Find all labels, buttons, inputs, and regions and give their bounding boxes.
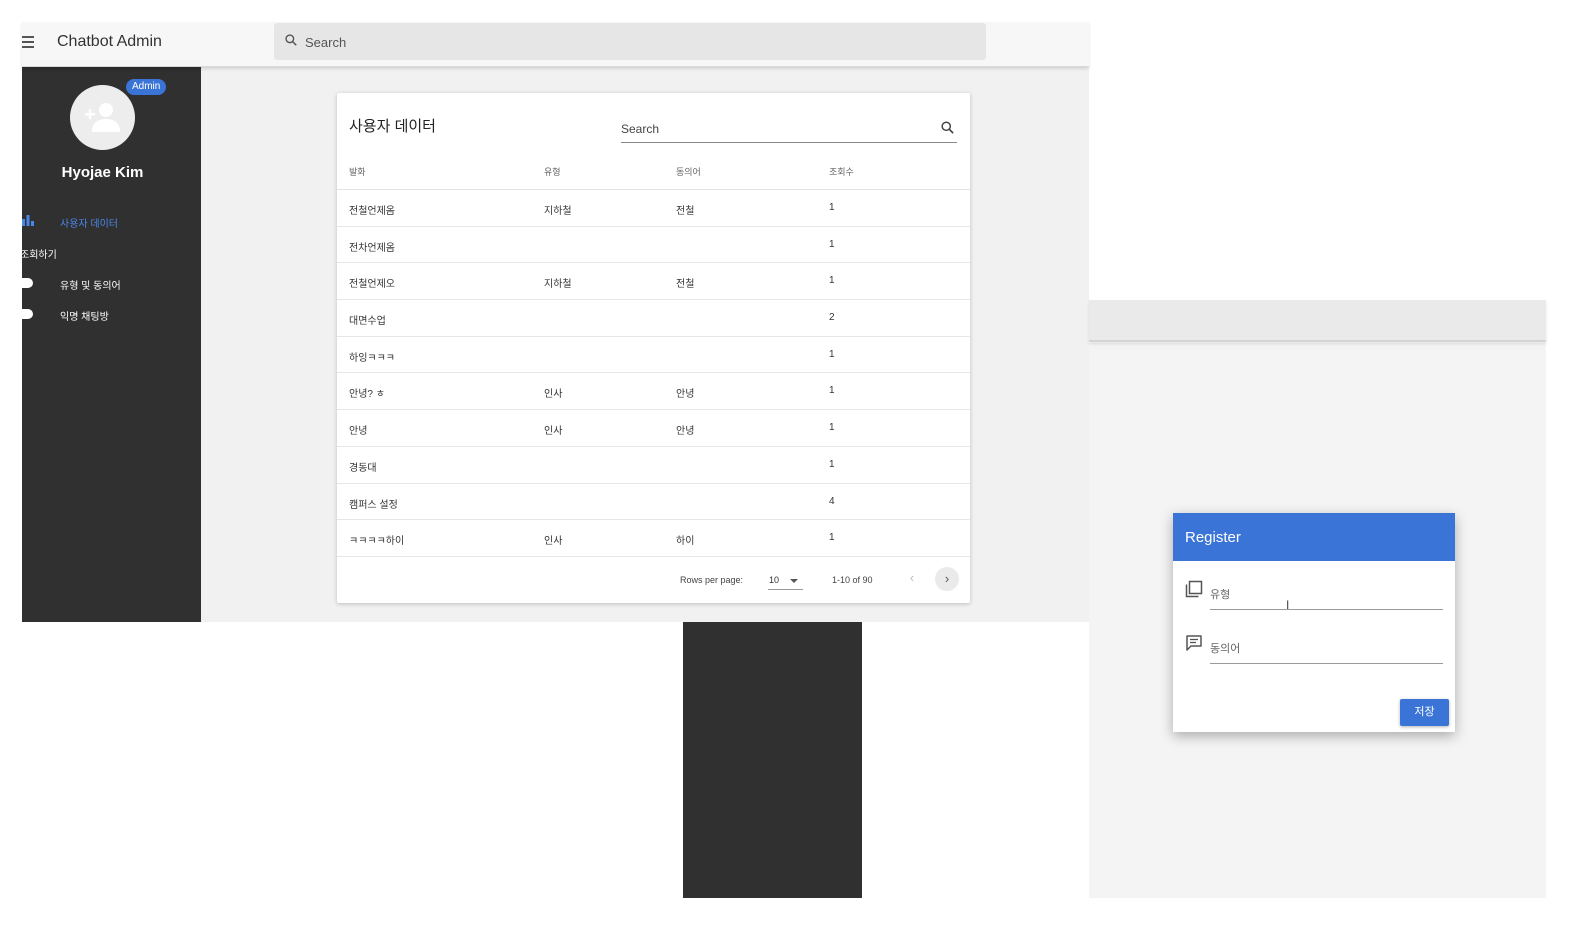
- rows-per-page-value: 10: [769, 575, 780, 585]
- cell-type: 인사: [544, 426, 563, 438]
- cell-type: 지하철: [544, 279, 572, 291]
- sidebar-item-label: 익명 채팅방: [60, 312, 109, 323]
- save-button[interactable]: 저장: [1400, 699, 1449, 726]
- second-window-app-bar: [1089, 300, 1546, 342]
- caret-down-icon: [790, 579, 798, 583]
- type-field[interactable]: 유형 I: [1185, 576, 1443, 612]
- type-input[interactable]: 유형 I: [1210, 576, 1443, 612]
- synonym-label: 동의어: [1210, 643, 1241, 655]
- comment-icon: [1186, 635, 1202, 651]
- card-title: 사용자 데이터: [349, 118, 436, 135]
- table-header: 발화 유형 동의어 조회수: [337, 154, 970, 190]
- previous-page-button[interactable]: ‹: [905, 570, 919, 590]
- cell-utterance: 캠퍼스 설정: [349, 499, 398, 511]
- column-header[interactable]: 유형: [544, 165, 561, 178]
- cell-utterance: 전차언제옴: [349, 242, 395, 254]
- search-icon[interactable]: [940, 120, 955, 135]
- top-search-input[interactable]: Search: [274, 23, 986, 60]
- cell-views: 1: [829, 275, 835, 287]
- dialog-title: Register: [1185, 529, 1241, 546]
- cell-views: 1: [829, 422, 835, 434]
- cell-views: 1: [829, 385, 835, 397]
- cell-views: 4: [829, 495, 835, 507]
- type-label: 유형: [1210, 589, 1231, 601]
- register-dialog: Register 유형 I 동의어 저장: [1173, 513, 1455, 732]
- cell-type: 인사: [544, 389, 563, 401]
- top-search-placeholder: Search: [305, 35, 347, 50]
- page-range: 1-10 of 90: [832, 575, 873, 585]
- table-row[interactable]: 전차언제옴 1: [337, 227, 970, 264]
- table-row[interactable]: 캠퍼스 설정 4: [337, 484, 970, 521]
- rows-per-page-label: Rows per page:: [680, 575, 744, 585]
- column-header[interactable]: 발화: [349, 165, 366, 178]
- sidebar-item-lookup[interactable]: 조회하기: [20, 243, 201, 261]
- table-row[interactable]: 하잉ㅋㅋㅋ 1: [337, 337, 970, 374]
- cell-synonym: 전철: [676, 279, 695, 291]
- rows-per-page-select[interactable]: 10: [768, 570, 803, 590]
- table-row[interactable]: 안녕? ㅎ 인사 안녕 1: [337, 373, 970, 411]
- table-row[interactable]: 전철언제옴 지하철 전철 1: [337, 190, 970, 227]
- cell-views: 1: [829, 202, 835, 213]
- column-header[interactable]: 동의어: [676, 165, 701, 178]
- synonym-input[interactable]: 동의어: [1210, 630, 1443, 664]
- app-title: Chatbot Admin: [57, 33, 162, 50]
- synonym-field[interactable]: 동의어: [1185, 630, 1443, 664]
- user-data-card: 사용자 데이터 Search 발화 유형 동의어 조회수 전철언제옴 지하철 전…: [337, 93, 970, 603]
- cell-synonym: 안녕: [676, 426, 695, 438]
- menu-icon[interactable]: [22, 36, 34, 48]
- app-bar: Chatbot Admin Search: [22, 22, 1089, 67]
- cell-type: 지하철: [544, 206, 572, 217]
- cell-synonym: 하이: [676, 536, 695, 548]
- toggle-icon: [22, 278, 33, 288]
- cell-views: 1: [829, 238, 835, 250]
- sidebar-item-types-synonyms[interactable]: 유형 및 동의어: [22, 274, 201, 292]
- cell-utterance: 대면수업: [349, 316, 386, 328]
- cell-utterance: 경동대: [349, 462, 377, 474]
- cell-synonym: 전철: [676, 206, 695, 217]
- table-row[interactable]: 경동대 1: [337, 447, 970, 484]
- data-table: 발화 유형 동의어 조회수 전철언제옴 지하철 전철 1 전차언제옴 1 전철언…: [337, 154, 970, 557]
- text-cursor-icon: I: [1286, 598, 1290, 612]
- table-search-placeholder: Search: [621, 122, 660, 136]
- dialog-header: Register: [1173, 513, 1455, 561]
- sidebar-item-label: 유형 및 동의어: [60, 281, 121, 292]
- bar-chart-icon: [22, 215, 34, 226]
- table-row[interactable]: 안녕 인사 안녕 1: [337, 410, 970, 447]
- sidebar-item-anonymous-chat[interactable]: 익명 채팅방: [22, 305, 201, 323]
- sidebar-item-label: 조회하기: [20, 250, 57, 261]
- cell-views: 1: [829, 532, 835, 544]
- cell-synonym: 안녕: [676, 389, 695, 401]
- table-row[interactable]: 전철언제오 지하철 전철 1: [337, 263, 970, 301]
- user-name: Hyojae Kim: [61, 164, 144, 181]
- cell-utterance: 안녕? ㅎ: [349, 389, 385, 401]
- cell-type: 인사: [544, 536, 563, 548]
- sidebar-item-user-data[interactable]: 사용자 데이터: [22, 212, 201, 230]
- cell-utterance: 안녕: [349, 426, 368, 438]
- toggle-icon: [22, 309, 33, 319]
- sidebar-panel-fragment: [683, 622, 862, 898]
- cell-utterance: 전철언제옴: [349, 206, 395, 217]
- cell-views: 2: [829, 312, 835, 324]
- table-row[interactable]: 대면수업 2: [337, 300, 970, 337]
- cell-utterance: 하잉ㅋㅋㅋ: [349, 352, 395, 364]
- sidebar-item-label: 사용자 데이터: [60, 219, 118, 230]
- search-icon: [285, 34, 297, 46]
- table-row[interactable]: ㅋㅋㅋㅋ하이 인사 하이 1: [337, 520, 970, 557]
- next-page-button[interactable]: ›: [935, 567, 959, 591]
- cell-utterance: ㅋㅋㅋㅋ하이: [349, 536, 405, 548]
- admin-badge: Admin: [126, 79, 167, 95]
- avatar: [70, 85, 135, 150]
- column-header[interactable]: 조회수: [829, 165, 854, 178]
- cell-utterance: 전철언제오: [349, 279, 395, 291]
- cell-views: 1: [829, 458, 835, 470]
- copy-icon: [1185, 580, 1203, 598]
- sidebar: Admin Hyojae Kim 사용자 데이터 조회하기 유형 및 동의어 익…: [20, 67, 201, 622]
- add-user-icon: [85, 103, 120, 132]
- cell-views: 1: [829, 348, 835, 360]
- table-pagination: Rows per page: 10 1-10 of 90 ‹ ›: [337, 560, 970, 600]
- table-search-input[interactable]: Search: [621, 119, 957, 143]
